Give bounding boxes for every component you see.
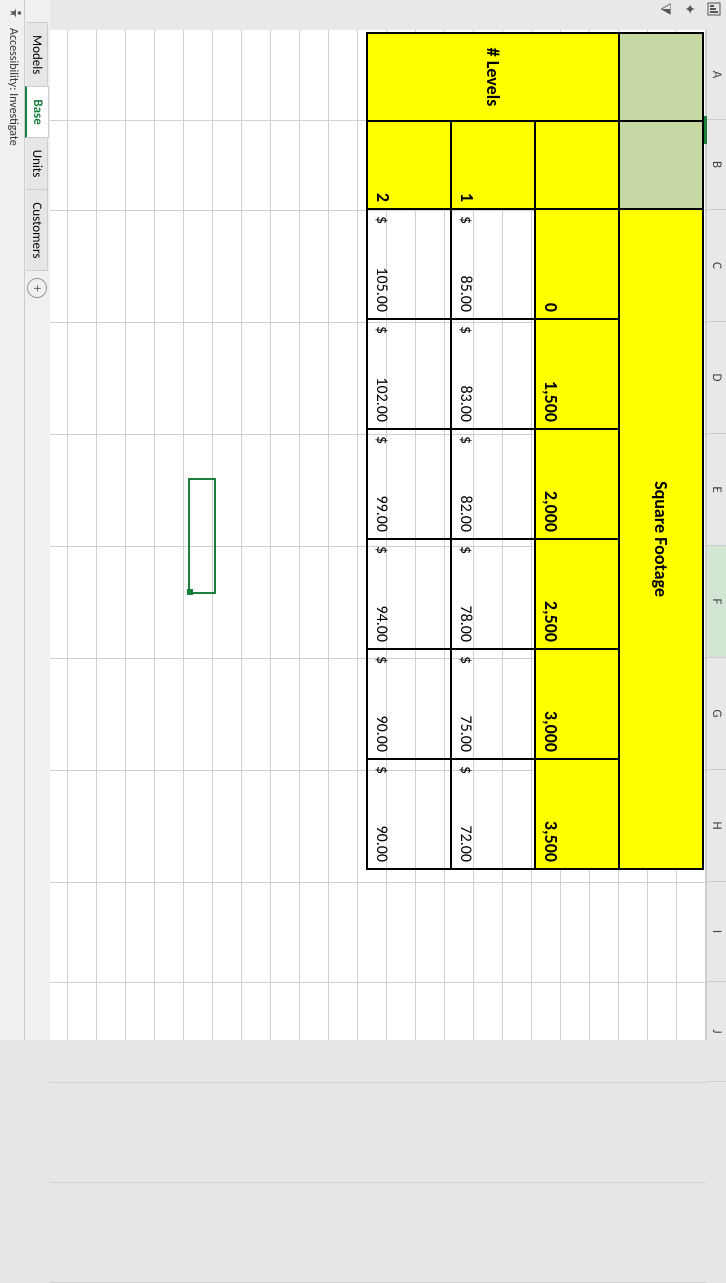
price-l2-c3: $94.00 (367, 539, 451, 649)
col-header-E[interactable]: E (707, 434, 726, 546)
price-l1-c0: $85.00 (451, 209, 535, 319)
col-header-H[interactable]: H (707, 770, 726, 882)
sqft-5: 3,500 (535, 759, 619, 869)
level-2: 2 (367, 121, 451, 209)
price-l1-c5: $72.00 (451, 759, 535, 869)
col-header-B[interactable]: B (707, 120, 726, 210)
price-l2-c5: $90.00 (367, 759, 451, 869)
chart-icon[interactable] (704, 0, 722, 18)
header-levels: # Levels (367, 33, 619, 121)
new-sheet-button[interactable]: + (28, 278, 48, 298)
sqft-0: 0 (535, 209, 619, 319)
filter-icon[interactable]: ⧩ (656, 0, 674, 18)
col-header-D[interactable]: D (707, 322, 726, 434)
price-l1-c3: $78.00 (451, 539, 535, 649)
sheet-tab-customers[interactable]: Customers (27, 189, 49, 271)
price-l2-c0: $105.00 (367, 209, 451, 319)
sheet-tab-units[interactable]: Units (27, 137, 49, 191)
col-header-J[interactable]: J (707, 982, 726, 1082)
price-l1-c1: $83.00 (451, 319, 535, 429)
pricing-table: Square Footage # Levels 0 1,500 2,000 2,… (366, 32, 704, 870)
column-headers[interactable]: ABCDEFGHIJ (706, 30, 726, 1040)
sparkle-icon[interactable]: ✦ (680, 0, 698, 18)
header-square-footage: Square Footage (619, 209, 703, 869)
col-header-I[interactable]: I (707, 882, 726, 982)
sqft-4: 3,000 (535, 649, 619, 759)
price-l2-c4: $90.00 (367, 649, 451, 759)
col-header-G[interactable]: G (707, 658, 726, 770)
price-l1-c2: $82.00 (451, 429, 535, 539)
col-header-C[interactable]: C (707, 210, 726, 322)
sqft-2: 2,000 (535, 429, 619, 539)
sheet-tab-base[interactable]: Base (26, 86, 50, 137)
sheet-tab-models[interactable]: Models (27, 22, 49, 87)
spreadsheet-grid[interactable]: ABCDEFGHIJ Square Footage # Levels 0 1,5… (50, 30, 726, 1040)
col-header-F[interactable]: F (707, 546, 726, 658)
price-l2-c2: $99.00 (367, 429, 451, 539)
sheet-tabs: ModelsBaseUnitsCustomers + (24, 0, 50, 1040)
bottom-bar: ModelsBaseUnitsCustomers + Accessibility:… (0, 0, 50, 1040)
sqft-3: 2,500 (535, 539, 619, 649)
accessibility-icon[interactable] (4, 6, 22, 20)
price-l2-c1: $102.00 (367, 319, 451, 429)
level-1: 1 (451, 121, 535, 209)
price-l1-c4: $75.00 (451, 649, 535, 759)
col-header-A[interactable]: A (707, 30, 726, 120)
accessibility-status[interactable]: Accessibility: Investigate (6, 28, 20, 146)
row-gutter: ✦ ⧩ (50, 0, 726, 30)
sqft-1: 1,500 (535, 319, 619, 429)
